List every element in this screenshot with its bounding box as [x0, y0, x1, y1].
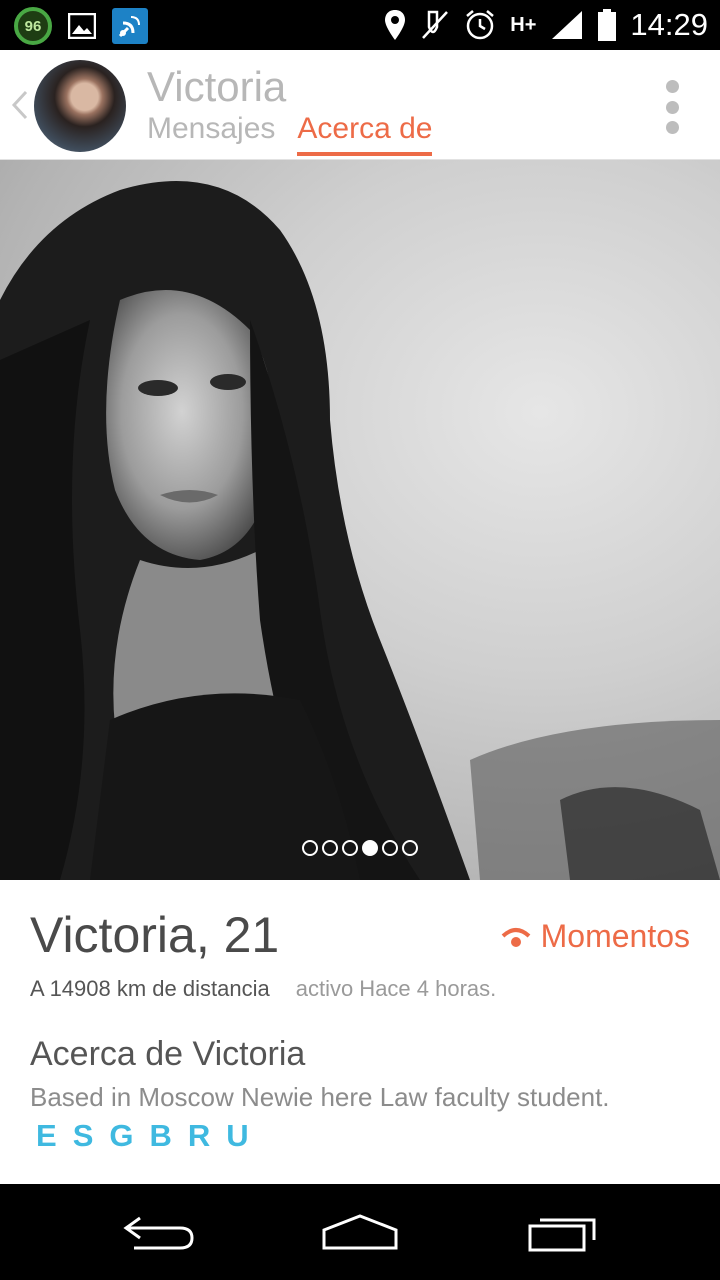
profile-info: Victoria, 21 Momentos A 14908 km de dist… — [0, 880, 720, 1184]
clock: 14:29 — [630, 7, 708, 42]
pager-dot[interactable] — [342, 840, 358, 856]
pager-dot[interactable] — [322, 840, 338, 856]
alarm-icon — [466, 10, 495, 40]
battery-saver-badge-icon: 96 — [14, 7, 52, 45]
momentos-label: Momentos — [540, 918, 690, 954]
last-active-text: activo Hace 4 horas. — [295, 976, 497, 1001]
profile-photo[interactable] — [0, 160, 720, 880]
battery-icon — [598, 9, 617, 41]
language-code: S — [72, 1118, 96, 1153]
momentos-button[interactable]: Momentos — [501, 918, 690, 955]
avatar[interactable] — [34, 60, 126, 152]
pager-dot[interactable] — [382, 840, 398, 856]
back-chevron-icon[interactable] — [8, 90, 32, 120]
location-icon — [385, 10, 406, 40]
about-text: Based in Moscow Newie here Law faculty s… — [30, 1082, 610, 1112]
language-code: E — [36, 1118, 59, 1153]
pager-dot[interactable] — [302, 840, 318, 856]
mute-icon — [422, 10, 449, 39]
satellite-icon — [112, 8, 148, 44]
signal-icon — [552, 11, 583, 39]
profile-name: Victoria — [30, 907, 196, 963]
network-type: H+ — [510, 13, 537, 36]
photo-pager — [0, 840, 720, 856]
pager-dot[interactable] — [402, 840, 418, 856]
page-title: Victoria — [147, 63, 287, 110]
recent-apps-icon[interactable] — [522, 1208, 602, 1256]
status-bar: 96 H+ 14:29 — [0, 0, 720, 50]
tab-bar: Mensajes Acerca de — [147, 112, 433, 156]
tab-mensajes[interactable]: Mensajes — [147, 112, 275, 156]
photo-illustration — [0, 181, 720, 880]
distance-text: A 14908 km de distancia — [30, 976, 270, 1001]
languages-list: E S G B R U — [36, 1118, 251, 1154]
broadcast-icon — [501, 927, 530, 947]
profile-header: Victoria Mensajes Acerca de — [0, 50, 720, 160]
profile-age: , 21 — [195, 907, 280, 963]
gallery-icon — [66, 10, 98, 42]
language-code: U — [226, 1118, 251, 1153]
tab-acerca-de[interactable]: Acerca de — [297, 112, 433, 156]
language-code: B — [149, 1118, 174, 1153]
back-icon[interactable] — [120, 1208, 200, 1256]
about-heading: Acerca de Victoria — [30, 1035, 306, 1073]
profile-meta: A 14908 km de distancia activo Hace 4 ho… — [30, 976, 496, 1002]
overflow-menu-icon[interactable] — [664, 80, 680, 134]
pager-dot-active[interactable] — [362, 840, 378, 856]
language-code: G — [109, 1118, 136, 1153]
profile-name-age: Victoria, 21 — [30, 906, 279, 964]
navigation-bar — [0, 1184, 720, 1280]
home-icon[interactable] — [320, 1208, 400, 1256]
language-code: R — [187, 1118, 213, 1153]
